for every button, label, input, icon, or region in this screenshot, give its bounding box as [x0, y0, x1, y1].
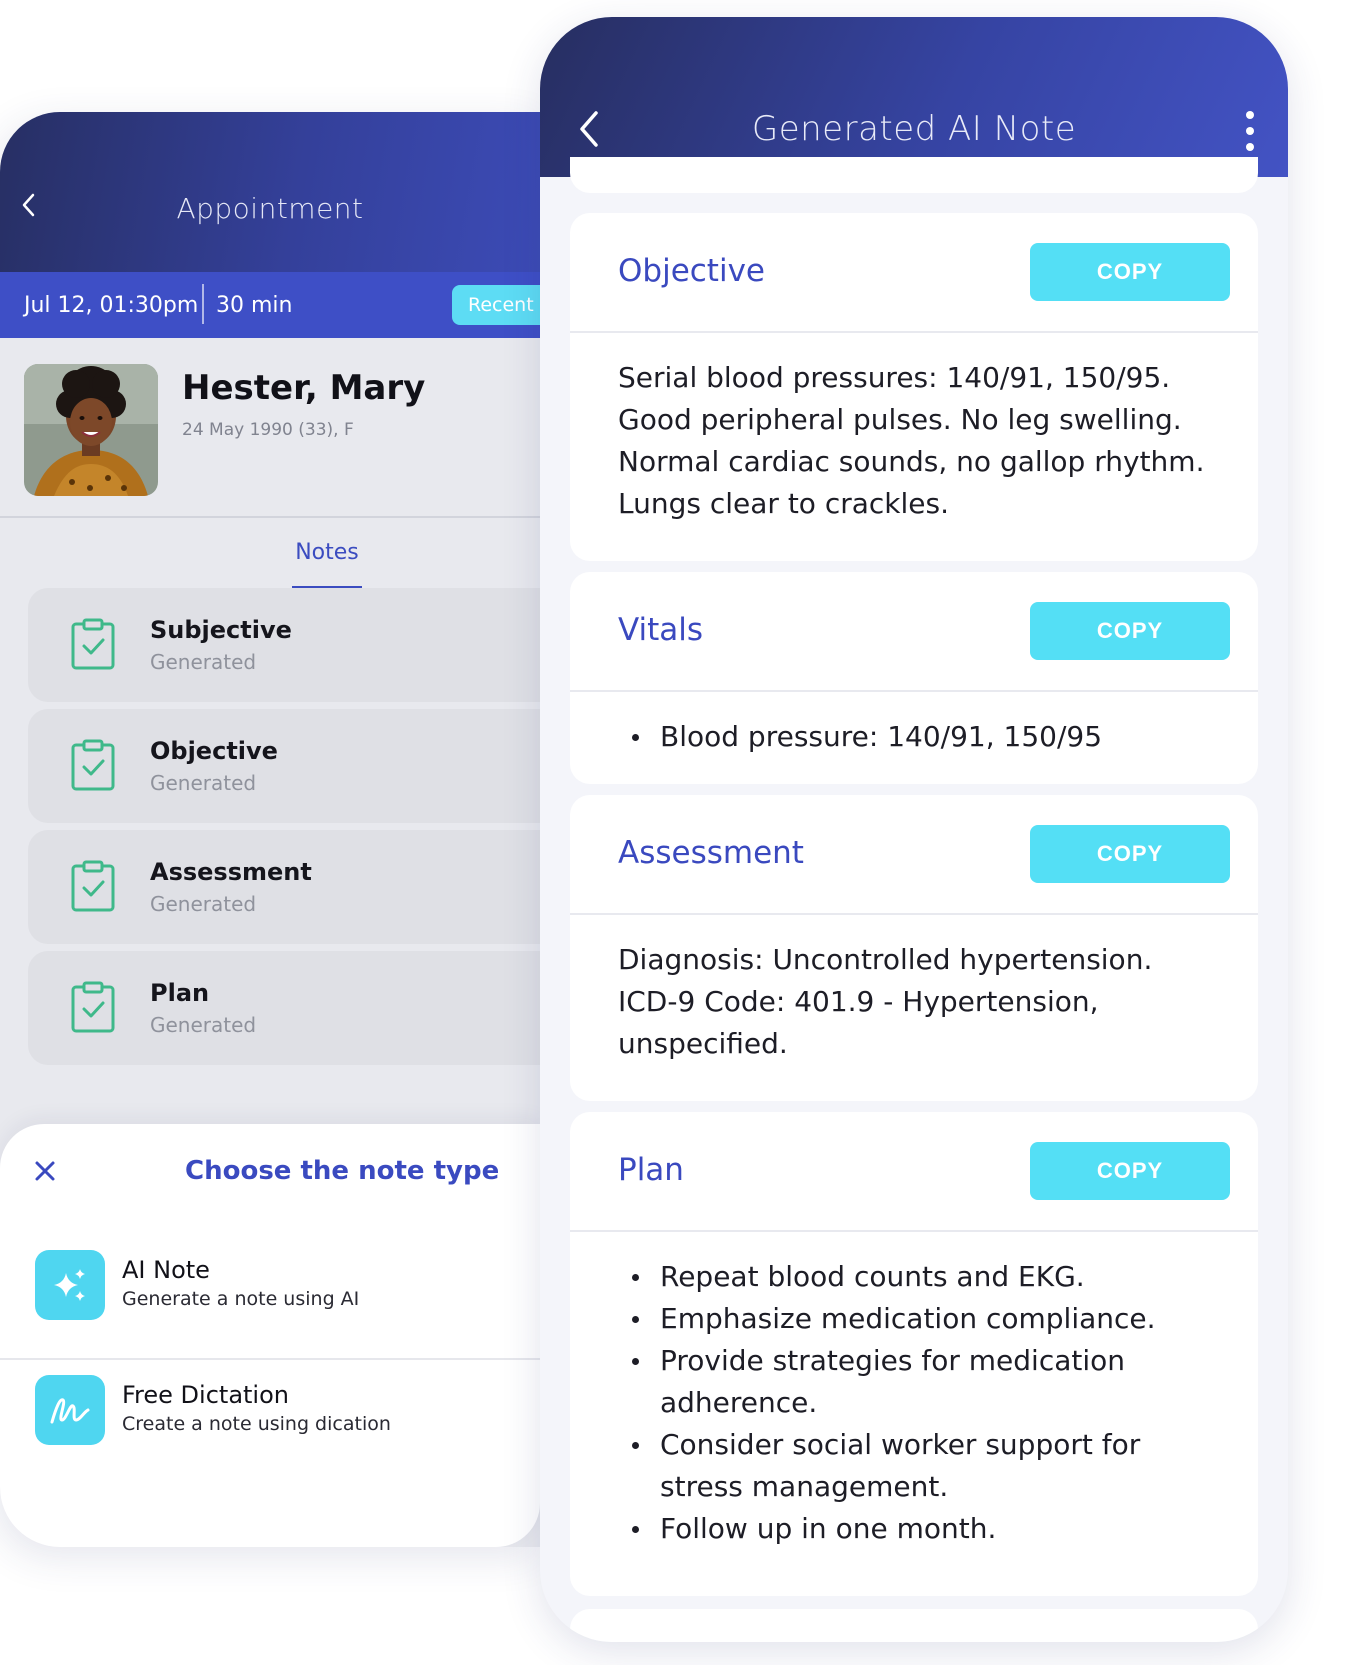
clipboard-check-icon [71, 981, 115, 1033]
tab-notes[interactable]: Notes [292, 540, 362, 565]
copy-button[interactable]: COPY [1030, 1142, 1230, 1200]
section-bullet: Repeat blood counts and EKG. [618, 1256, 1210, 1298]
section-objective: Objective COPY Serial blood pressures: 1… [570, 213, 1258, 561]
appointment-title: Appointment [176, 192, 364, 225]
section-title: Objective [618, 253, 765, 289]
section-body: Diagnosis: Uncontrolled hypertension. IC… [570, 915, 1258, 1065]
section-bullet: Blood pressure: 140/91, 150/95 [618, 716, 1210, 758]
note-title: Assessment [150, 858, 312, 886]
copy-button[interactable]: COPY [1030, 825, 1230, 883]
section-line: Diagnosis: Uncontrolled hypertension. [618, 943, 1153, 976]
note-item-subjective[interactable]: Subjective Generated [28, 588, 540, 702]
option-free-dictation[interactable]: Free Dictation Create a note using dicat… [0, 1361, 540, 1485]
section-line: Lungs clear to crackles. [618, 487, 950, 520]
section-vitals: Vitals COPY Blood pressure: 140/91, 150/… [570, 572, 1258, 784]
option-title: AI Note [122, 1256, 210, 1284]
clipboard-check-icon [71, 618, 115, 670]
patient-card: Hester, Mary 24 May 1990 (33), F [0, 338, 540, 518]
section-line: Serial blood pressures: 140/91, 150/95. [618, 361, 1171, 394]
note-type-sheet: Choose the note type AI Note Generate a … [0, 1124, 540, 1547]
note-status: Generated [150, 771, 257, 795]
appointment-screen: Appointment Jul 12, 01:30pm 30 min Recen… [0, 112, 540, 1547]
appointment-info-bar: Jul 12, 01:30pm 30 min Recent [0, 272, 540, 338]
section-bullet: Consider social worker support for stres… [618, 1424, 1210, 1508]
section-title: Vitals [618, 612, 704, 648]
section-bullet: Emphasize medication compliance. [618, 1298, 1210, 1340]
section-assessment: Assessment COPY Diagnosis: Uncontrolled … [570, 795, 1258, 1101]
section-body: Blood pressure: 140/91, 150/95 [570, 692, 1258, 758]
section-title: Assessment [618, 835, 804, 871]
note-item-objective[interactable]: Objective Generated [28, 709, 540, 823]
sheet-divider [0, 1358, 540, 1360]
ai-note-screen: Generated AI Note Objective COPY Serial … [540, 17, 1288, 1642]
note-title: Objective [150, 737, 278, 765]
section-header: Vitals COPY [570, 572, 1258, 692]
section-line: Good peripheral pulses. No leg swelling. [618, 403, 1182, 436]
section-line: unspecified. [618, 1027, 788, 1060]
clipboard-check-icon [71, 739, 115, 791]
option-description: Generate a note using AI [122, 1288, 360, 1310]
more-options-icon[interactable] [1243, 107, 1257, 155]
section-line: ICD-9 Code: 401.9 - Hypertension, [618, 985, 1099, 1018]
appointment-header: Appointment [0, 112, 540, 272]
recent-badge[interactable]: Recent [452, 285, 540, 325]
close-icon[interactable] [34, 1160, 56, 1182]
section-header: Objective COPY [570, 213, 1258, 333]
sparkle-icon [35, 1250, 105, 1320]
note-item-assessment[interactable]: Assessment Generated [28, 830, 540, 944]
appointment-duration: 30 min [216, 293, 293, 318]
copy-button[interactable]: COPY [1030, 602, 1230, 660]
ai-note-title: Generated AI Note [751, 109, 1077, 149]
note-status: Generated [150, 892, 257, 916]
patient-meta: 24 May 1990 (33), F [182, 420, 354, 440]
sheet-title: Choose the note type [185, 1156, 500, 1186]
ai-note-header: Generated AI Note [540, 17, 1288, 177]
appointment-datetime: Jul 12, 01:30pm [24, 293, 199, 318]
section-body: Serial blood pressures: 140/91, 150/95. … [570, 333, 1258, 525]
section-bullet: Follow up in one month. [618, 1508, 1210, 1550]
info-divider [202, 284, 204, 324]
option-title: Free Dictation [122, 1381, 289, 1409]
patient-avatar [24, 364, 158, 496]
patient-name: Hester, Mary [182, 368, 426, 408]
section-line: Normal cardiac sounds, no gallop rhythm. [618, 445, 1205, 478]
note-title: Subjective [150, 616, 292, 644]
note-item-plan[interactable]: Plan Generated [28, 951, 540, 1065]
section-plan: Plan COPY Repeat blood counts and EKG. E… [570, 1112, 1258, 1596]
note-status: Generated [150, 650, 257, 674]
handwriting-icon [35, 1375, 105, 1445]
previous-section-edge [570, 157, 1258, 193]
option-description: Create a note using dication [122, 1413, 391, 1435]
section-bullet: Provide strategies for medication adhere… [618, 1340, 1210, 1424]
section-body: Repeat blood counts and EKG. Emphasize m… [570, 1232, 1258, 1550]
note-status: Generated [150, 1013, 257, 1037]
section-title: Plan [618, 1152, 684, 1188]
copy-button[interactable]: COPY [1030, 243, 1230, 301]
option-ai-note[interactable]: AI Note Generate a note using AI [0, 1236, 540, 1360]
section-header: Assessment COPY [570, 795, 1258, 915]
next-section-edge [570, 1609, 1258, 1642]
section-header: Plan COPY [570, 1112, 1258, 1232]
clipboard-check-icon [71, 860, 115, 912]
note-title: Plan [150, 979, 210, 1007]
